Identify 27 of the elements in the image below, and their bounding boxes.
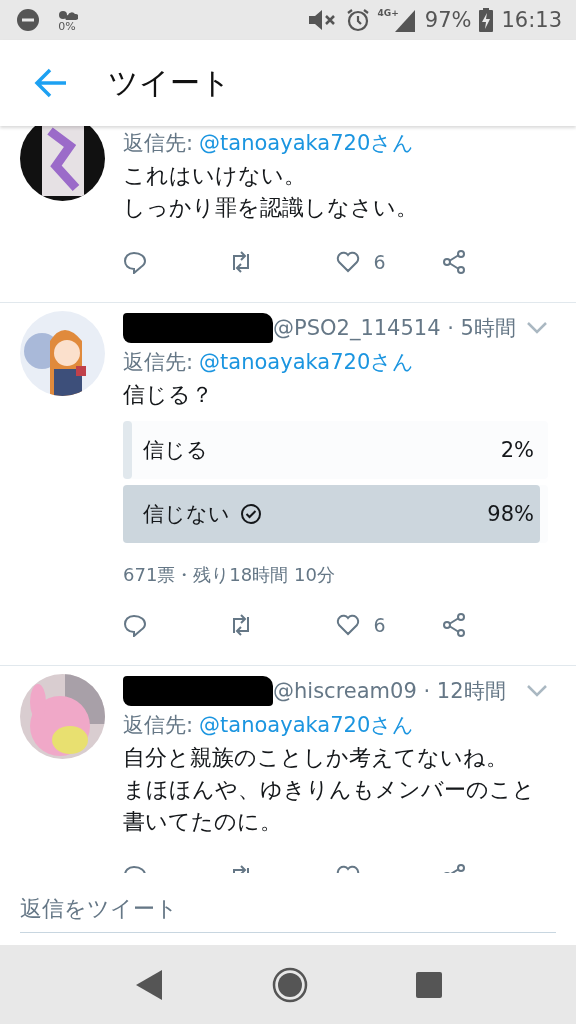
clock-time: 16:13: [501, 8, 562, 32]
poll-summary: 671票・残り18時間 10分: [123, 563, 336, 587]
poll-percentage: 2%: [500, 438, 534, 462]
battery-percentage: 97%: [424, 8, 472, 32]
screen-title: ツイート: [108, 63, 231, 102]
precipitation-reading: 0%: [58, 21, 76, 32]
tweet-text-line: 信じる？: [123, 381, 214, 409]
poll-option-label: 信じる: [143, 437, 208, 464]
mention-link[interactable]: @tanoayaka720さん: [199, 126, 415, 160]
like-count: 6: [373, 614, 386, 636]
tweet-text-line: 自分と親族のことしか考えてないね。: [123, 744, 509, 772]
network-type: 4G+: [377, 8, 399, 18]
tweet-text-line: しっかり罪を認識しなさい。: [123, 194, 419, 222]
reply-label: 返信先:: [123, 349, 194, 376]
tweet-text-line: これはいけない。: [123, 162, 307, 190]
like-count: 6: [373, 251, 386, 273]
reply-input-field[interactable]: 返信をツイート: [20, 885, 556, 933]
tweet-text-line: まほほんや、ゆきりんもメンバーのこと: [123, 776, 536, 804]
poll-percentage: 98%: [487, 502, 534, 526]
mention-link[interactable]: @tanoayaka720さん: [199, 708, 415, 742]
tweet-meta: @hiscream09 · 12時間: [273, 678, 507, 705]
tweet-meta: @PSO2_114514 · 5時間: [273, 315, 517, 342]
reply-label: 返信先:: [123, 130, 194, 157]
mention-link[interactable]: @tanoayaka720さん: [199, 345, 415, 379]
reply-label: 返信先:: [123, 712, 194, 739]
poll-option-label: 信じない: [143, 501, 230, 528]
tweet-text-line: 書いてたのに。: [123, 808, 283, 836]
